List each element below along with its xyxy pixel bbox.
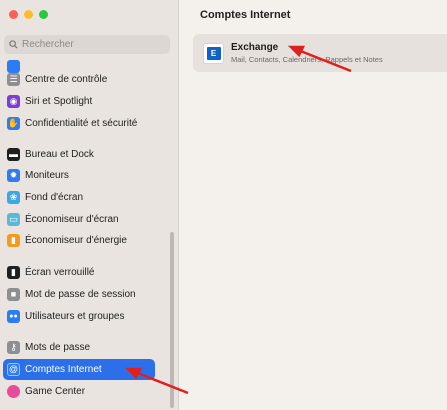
internet-accounts-icon: @ bbox=[7, 363, 20, 376]
sidebar-item-siri[interactable]: ◉ Siri et Spotlight bbox=[3, 91, 155, 112]
search-input[interactable] bbox=[22, 39, 162, 50]
sidebar-item-internet-accounts[interactable]: @ Comptes Internet bbox=[3, 359, 155, 380]
exchange-icon: E bbox=[203, 42, 224, 64]
sidebar: ☰ Centre de contrôle ◉ Siri et Spotlight… bbox=[0, 0, 179, 410]
sidebar-item-label: Mots de passe bbox=[25, 342, 91, 353]
sidebar-item-control-center[interactable]: ☰ Centre de contrôle bbox=[3, 69, 155, 90]
window-controls bbox=[9, 10, 48, 19]
sidebar-item-label: Fond d'écran bbox=[25, 192, 84, 203]
search-icon bbox=[9, 40, 18, 49]
sidebar-item-label: Écran verrouillé bbox=[25, 267, 95, 278]
control-center-icon: ☰ bbox=[7, 73, 20, 86]
lock-screen-icon: ▮ bbox=[7, 266, 20, 279]
sidebar-item-screensaver[interactable]: ▭ Économiseur d'écran bbox=[3, 209, 155, 230]
login-password-icon: ■ bbox=[7, 288, 20, 301]
search-field[interactable] bbox=[4, 35, 170, 54]
sidebar-item-displays[interactable]: ✹ Moniteurs bbox=[3, 165, 155, 186]
users-groups-icon: ●● bbox=[7, 310, 20, 323]
sidebar-item-wallpaper[interactable]: ❀ Fond d'écran bbox=[3, 187, 155, 208]
siri-icon: ◉ bbox=[7, 95, 20, 108]
sidebar-item-label: Confidentialité et sécurité bbox=[25, 118, 138, 129]
desktop-dock-icon: ▬ bbox=[7, 148, 20, 161]
sidebar-item-label: Bureau et Dock bbox=[25, 149, 94, 160]
account-row-exchange[interactable]: E Exchange Mail, Contacts, Calendriers, … bbox=[193, 34, 447, 72]
sidebar-item-label: Utilisateurs et groupes bbox=[25, 311, 125, 322]
screensaver-icon: ▭ bbox=[7, 213, 20, 226]
sidebar-item-passwords[interactable]: ⚷ Mots de passe bbox=[3, 337, 155, 358]
displays-icon: ✹ bbox=[7, 169, 20, 182]
sidebar-item-desktop-dock[interactable]: ▬ Bureau et Dock bbox=[3, 144, 155, 165]
sidebar-item-label: Moniteurs bbox=[25, 170, 69, 181]
game-center-icon bbox=[7, 385, 20, 398]
sidebar-item-label: Mot de passe de session bbox=[25, 289, 136, 300]
zoom-window-button[interactable] bbox=[39, 10, 48, 19]
account-name: Exchange bbox=[231, 42, 279, 53]
sidebar-item-label: Comptes Internet bbox=[25, 364, 102, 375]
sidebar-item-label: Économiseur d'énergie bbox=[25, 235, 127, 246]
minimize-window-button[interactable] bbox=[24, 10, 33, 19]
sidebar-item-energy-saver[interactable]: ▮ Économiseur d'énergie bbox=[3, 230, 155, 251]
sidebar-item-label: Game Center bbox=[25, 386, 86, 397]
sidebar-item-privacy[interactable]: ✋ Confidentialité et sécurité bbox=[3, 113, 155, 134]
passwords-key-icon: ⚷ bbox=[7, 341, 20, 354]
sidebar-item-lock-screen[interactable]: ▮ Écran verrouillé bbox=[3, 262, 155, 283]
sidebar-scrollbar[interactable] bbox=[170, 232, 174, 408]
sidebar-item-login-password[interactable]: ■ Mot de passe de session bbox=[3, 284, 155, 305]
account-services: Mail, Contacts, Calendriers, Rappels et … bbox=[231, 55, 383, 64]
privacy-hand-icon: ✋ bbox=[7, 117, 20, 130]
wallpaper-icon: ❀ bbox=[7, 191, 20, 204]
close-window-button[interactable] bbox=[9, 10, 18, 19]
sidebar-item-game-center[interactable]: Game Center bbox=[3, 381, 155, 402]
sidebar-item-label: Économiseur d'écran bbox=[25, 214, 119, 225]
energy-saver-icon: ▮ bbox=[7, 234, 20, 247]
sidebar-item-users-groups[interactable]: ●● Utilisateurs et groupes bbox=[3, 306, 155, 327]
sidebar-item-label: Siri et Spotlight bbox=[25, 96, 93, 107]
page-title: Comptes Internet bbox=[200, 9, 291, 21]
sidebar-item-label: Centre de contrôle bbox=[25, 74, 108, 85]
